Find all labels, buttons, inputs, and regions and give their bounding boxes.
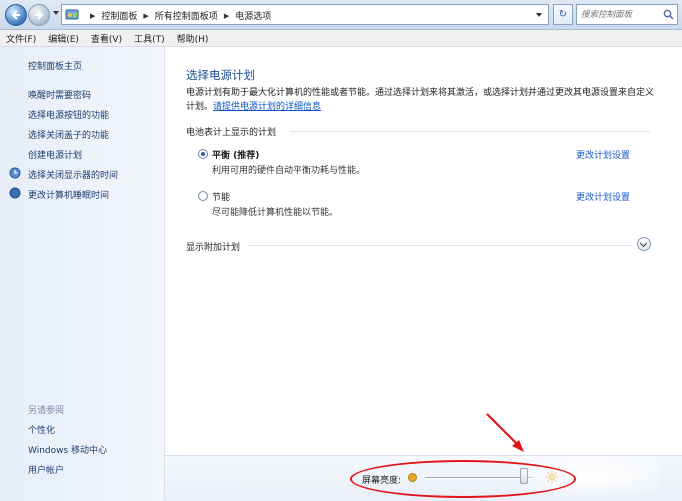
- menu-tools[interactable]: 工具(T): [134, 32, 165, 45]
- path-dropdown-icon[interactable]: [536, 13, 542, 17]
- see-also-heading: 另请参阅: [28, 406, 65, 416]
- breadcrumb-separator-icon: ▶: [143, 11, 149, 20]
- sleep-moon-icon: [9, 187, 21, 199]
- sidebar-link-personalize[interactable]: 个性化: [28, 423, 55, 436]
- sidebar-link-wake-password[interactable]: 唤醒时需要密码: [28, 88, 91, 101]
- search-icon[interactable]: [663, 9, 674, 20]
- section-divider: [290, 131, 650, 132]
- address-bar: ▶ 控制面板 ▶ 所有控制面板项 ▶ 电源选项 ↻: [0, 0, 682, 30]
- plan-balanced-name: 平衡 (推荐): [212, 151, 260, 161]
- breadcrumb-separator-icon: ▶: [223, 11, 230, 20]
- breadcrumb-separator-icon: ▶: [90, 11, 96, 20]
- forward-button[interactable]: [28, 4, 50, 26]
- breadcrumb-item[interactable]: 电源选项: [235, 9, 271, 22]
- plan-details-link[interactable]: 请提供电源计划的详细信息: [213, 102, 321, 112]
- plan-power-saver-desc: 尽可能降低计算机性能以节能。: [212, 208, 339, 218]
- sidebar-link-lid-close[interactable]: 选择关闭盖子的功能: [28, 128, 109, 141]
- control-panel-icon: [65, 9, 79, 20]
- plan-power-saver-name: 节能: [212, 193, 231, 203]
- section-label-battery-plans: 电池表计上显示的计划: [186, 128, 277, 138]
- sidebar-link-mobility-center[interactable]: Windows 移动中心: [28, 443, 107, 456]
- menu-view[interactable]: 查看(V): [91, 32, 122, 45]
- path-box[interactable]: ▶ 控制面板 ▶ 所有控制面板项 ▶ 电源选项: [61, 4, 549, 25]
- back-button[interactable]: [5, 4, 27, 26]
- search-box[interactable]: [576, 4, 678, 25]
- sidebar-link-sleep-time[interactable]: 更改计算机睡眠时间: [28, 188, 109, 201]
- arrow-right-icon: [35, 10, 44, 20]
- sidebar-link-create-plan[interactable]: 创建电源计划: [28, 148, 82, 161]
- expand-chevron-icon[interactable]: [637, 237, 651, 251]
- page-description: 电源计划有助于最大化计算机的性能或者节能。通过选择计划来将其激活，或选择计划并通…: [186, 86, 661, 114]
- sidebar: 控制面板主页 唤醒时需要密码 选择电源按钮的功能 选择关闭盖子的功能 创建电源计…: [0, 47, 165, 501]
- plan-balanced-radio[interactable]: [198, 149, 208, 159]
- breadcrumb: ▶ 控制面板 ▶ 所有控制面板项 ▶ 电源选项: [84, 9, 271, 23]
- plan-balanced-desc: 利用可用的硬件自动平衡功耗与性能。: [212, 166, 366, 176]
- page-title: 选择电源计划: [186, 68, 255, 82]
- menu-file[interactable]: 文件(F): [6, 32, 36, 45]
- section-divider: [249, 245, 633, 246]
- arrow-left-icon: [11, 10, 20, 20]
- sidebar-link-display-off[interactable]: 选择关闭显示器的时间: [28, 168, 118, 181]
- breadcrumb-item[interactable]: 控制面板: [101, 9, 137, 22]
- brightness-bar: 屏幕亮度:: [165, 455, 682, 501]
- plan-power-saver[interactable]: 节能 尽可能降低计算机性能以节能。: [198, 190, 498, 220]
- search-input[interactable]: [577, 5, 663, 24]
- sidebar-link-power-button[interactable]: 选择电源按钮的功能: [28, 108, 109, 121]
- show-additional-plans-label[interactable]: 显示附加计划: [186, 240, 240, 253]
- annotation-ellipse: [350, 460, 576, 498]
- breadcrumb-item[interactable]: 所有控制面板项: [155, 9, 218, 22]
- plan-balanced[interactable]: 平衡 (推荐) 利用可用的硬件自动平衡功耗与性能。: [198, 148, 498, 178]
- refresh-icon: ↻: [558, 9, 568, 20]
- change-plan-settings-link[interactable]: 更改计划设置: [576, 148, 630, 161]
- main-content: 选择电源计划 电源计划有助于最大化计算机的性能或者节能。通过选择计划来将其激活，…: [165, 47, 682, 501]
- refresh-button[interactable]: ↻: [553, 4, 573, 25]
- display-timer-icon: [9, 167, 21, 179]
- plan-power-saver-radio[interactable]: [198, 191, 208, 201]
- sidebar-link-user-accounts[interactable]: 用户帐户: [28, 463, 64, 476]
- change-plan-settings-link[interactable]: 更改计划设置: [576, 190, 630, 203]
- menu-edit[interactable]: 编辑(E): [48, 32, 79, 45]
- sidebar-home-link[interactable]: 控制面板主页: [28, 59, 82, 72]
- menu-bar: 文件(F) 编辑(E) 查看(V) 工具(T) 帮助(H): [0, 30, 682, 47]
- history-dropdown-icon[interactable]: [53, 11, 59, 15]
- menu-help[interactable]: 帮助(H): [177, 32, 209, 45]
